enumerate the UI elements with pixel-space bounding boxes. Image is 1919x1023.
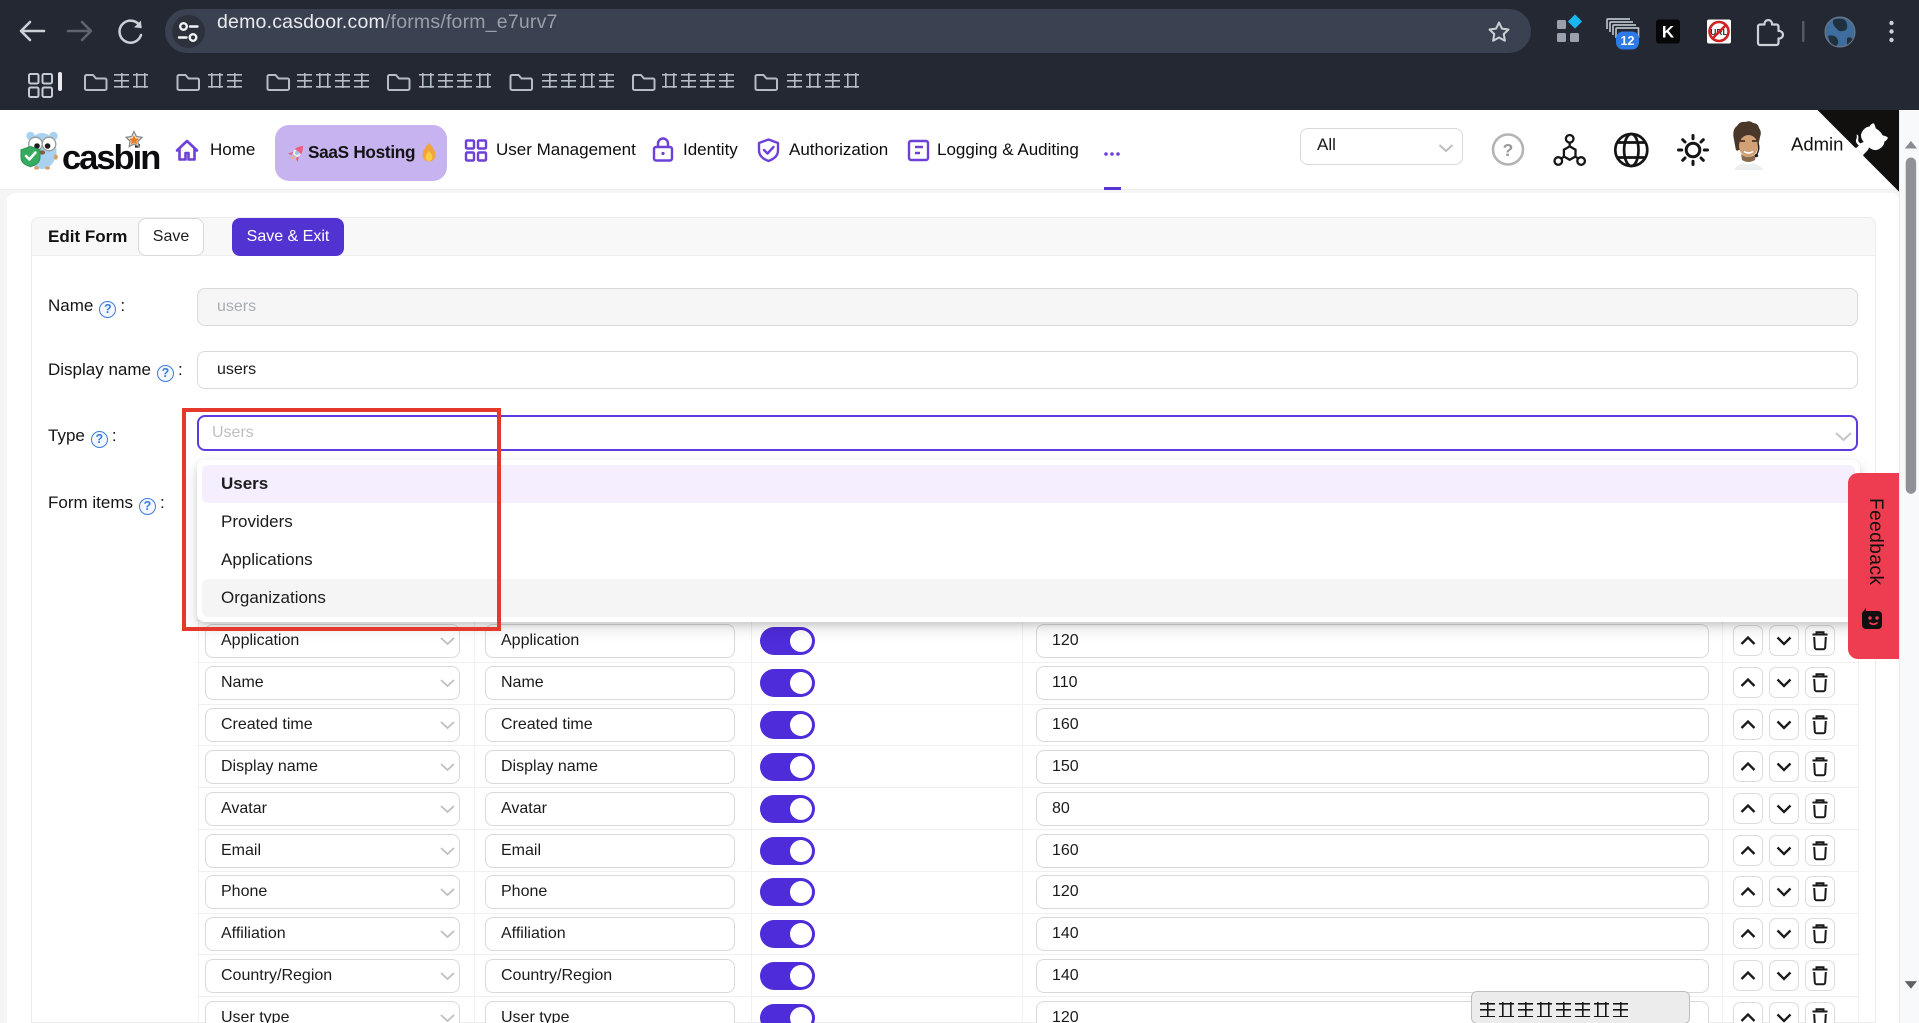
svg-text:K: K [1662, 23, 1675, 42]
svg-text:Admin: Admin [1791, 134, 1843, 155]
svg-text:12: 12 [1621, 34, 1635, 48]
svg-text:casbin: casbin [62, 139, 159, 177]
svg-text:?: ? [1503, 140, 1514, 160]
